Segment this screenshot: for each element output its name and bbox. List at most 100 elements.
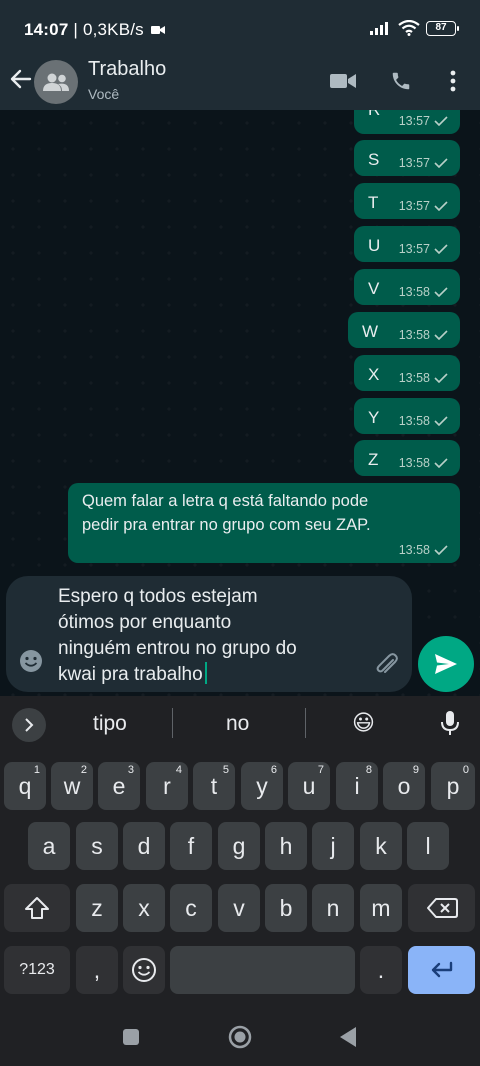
message-time: 13:58: [398, 456, 430, 470]
key-j[interactable]: j: [312, 822, 354, 870]
input-line: ótimos por enquanto: [58, 612, 232, 633]
key-v[interactable]: v: [218, 884, 260, 932]
message-bubble[interactable]: W 13:58: [348, 312, 460, 348]
message-bubble[interactable]: S 13:57: [354, 140, 460, 176]
message-bubble[interactable]: R 13:57: [354, 110, 460, 134]
suggestion-1[interactable]: tipo: [93, 712, 127, 736]
message-meta: 13:58: [399, 371, 448, 385]
suggestion-emoji[interactable]: 😃: [352, 710, 375, 736]
key-label: t: [210, 772, 218, 799]
message-bubble[interactable]: U 13:57: [354, 226, 460, 262]
message-composer: Espero q todos estejam ótimos por enquan…: [6, 576, 412, 692]
key-l[interactable]: l: [407, 822, 449, 870]
sent-check-icon: [434, 373, 448, 383]
key-b[interactable]: b: [265, 884, 307, 932]
status-icons: 87: [370, 20, 459, 36]
phone-icon: [392, 72, 410, 90]
emoji-button[interactable]: [18, 648, 44, 679]
message-meta: 13:58: [399, 328, 448, 342]
key-z[interactable]: z: [76, 884, 118, 932]
send-button[interactable]: [418, 636, 474, 692]
key-c[interactable]: c: [170, 884, 212, 932]
message-bubble[interactable]: X 13:58: [354, 355, 460, 391]
attach-button[interactable]: [372, 648, 400, 681]
avatar[interactable]: [34, 60, 78, 104]
message-line: pedir pra entrar no grupo com seu ZAP.: [82, 516, 371, 534]
key-label: i: [354, 772, 360, 799]
backspace-key[interactable]: [408, 884, 475, 932]
key-p[interactable]: p0: [431, 762, 475, 810]
message-text: W: [362, 322, 379, 341]
key-o[interactable]: o9: [383, 762, 425, 810]
input-line: kwai pra trabalho: [58, 664, 203, 685]
key-q[interactable]: q1: [4, 762, 46, 810]
voice-call-button[interactable]: [386, 66, 416, 96]
recents-button[interactable]: [122, 1028, 140, 1051]
shift-key[interactable]: [4, 884, 70, 932]
suggestion-2[interactable]: no: [226, 712, 249, 736]
key-i[interactable]: i8: [336, 762, 378, 810]
key-g[interactable]: g: [218, 822, 260, 870]
voice-input-button[interactable]: [440, 710, 460, 741]
sent-check-icon: [434, 116, 448, 126]
message-meta: 13:57: [399, 199, 448, 213]
message-bubble[interactable]: T 13:57: [354, 183, 460, 219]
key-a[interactable]: a: [28, 822, 70, 870]
back-button[interactable]: [8, 66, 36, 96]
key-y[interactable]: y6: [241, 762, 283, 810]
home-button[interactable]: [228, 1025, 252, 1054]
key-r[interactable]: r4: [146, 762, 188, 810]
emoji-icon: [132, 958, 156, 982]
suggestion-strip: tipo no 😃: [0, 696, 480, 752]
message-text: S: [368, 150, 380, 169]
comma-key[interactable]: ,: [76, 946, 118, 994]
space-key[interactable]: [170, 946, 355, 994]
message-bubble[interactable]: Y 13:58: [354, 398, 460, 434]
sent-check-icon: [434, 330, 448, 340]
key-e[interactable]: e3: [98, 762, 140, 810]
sent-check-icon: [434, 287, 448, 297]
key-hint: 9: [412, 764, 419, 776]
key-d[interactable]: d: [123, 822, 165, 870]
message-text: X: [368, 365, 380, 384]
message-time: 13:58: [398, 543, 430, 557]
chat-header: Trabalho Você: [0, 56, 480, 110]
video-call-button[interactable]: [328, 66, 358, 96]
expand-toolbar-button[interactable]: [12, 708, 46, 742]
more-options-button[interactable]: [438, 66, 468, 96]
key-s[interactable]: s: [76, 822, 118, 870]
key-label: y: [256, 772, 268, 799]
symbols-key[interactable]: ?123: [4, 946, 70, 994]
emoji-key[interactable]: [123, 946, 165, 994]
triangle-back-icon: [340, 1027, 356, 1047]
key-label: q: [18, 772, 32, 799]
system-back-button[interactable]: [338, 1026, 358, 1053]
key-f[interactable]: f: [170, 822, 212, 870]
key-hint: 6: [270, 764, 277, 776]
key-n[interactable]: n: [312, 884, 354, 932]
key-t[interactable]: t5: [193, 762, 235, 810]
enter-key[interactable]: [408, 946, 475, 994]
message-bubble[interactable]: Z 13:58: [354, 440, 460, 476]
input-line-last: kwai pra trabalho: [58, 662, 368, 688]
key-hint: 0: [462, 764, 469, 776]
sent-check-icon: [434, 416, 448, 426]
message-meta: 13:58: [399, 543, 448, 557]
status-bar: 14:07 | 0,3KB/s 87: [0, 0, 480, 56]
battery-icon: 87: [426, 20, 459, 36]
key-k[interactable]: k: [360, 822, 402, 870]
period-key[interactable]: .: [360, 946, 402, 994]
message-bubble[interactable]: V 13:58: [354, 269, 460, 305]
send-icon: [435, 654, 457, 674]
backspace-icon: [426, 898, 458, 918]
message-input[interactable]: Espero q todos estejam ótimos por enquan…: [58, 584, 368, 688]
wifi-icon: [398, 20, 420, 36]
key-w[interactable]: w2: [51, 762, 93, 810]
suggestion-divider: [172, 708, 173, 738]
message-bubble[interactable]: Quem falar a letra q está faltando pode …: [68, 483, 460, 563]
key-u[interactable]: u7: [288, 762, 330, 810]
key-x[interactable]: x: [123, 884, 165, 932]
chat-title[interactable]: Trabalho: [88, 58, 166, 81]
key-h[interactable]: h: [265, 822, 307, 870]
key-m[interactable]: m: [360, 884, 402, 932]
